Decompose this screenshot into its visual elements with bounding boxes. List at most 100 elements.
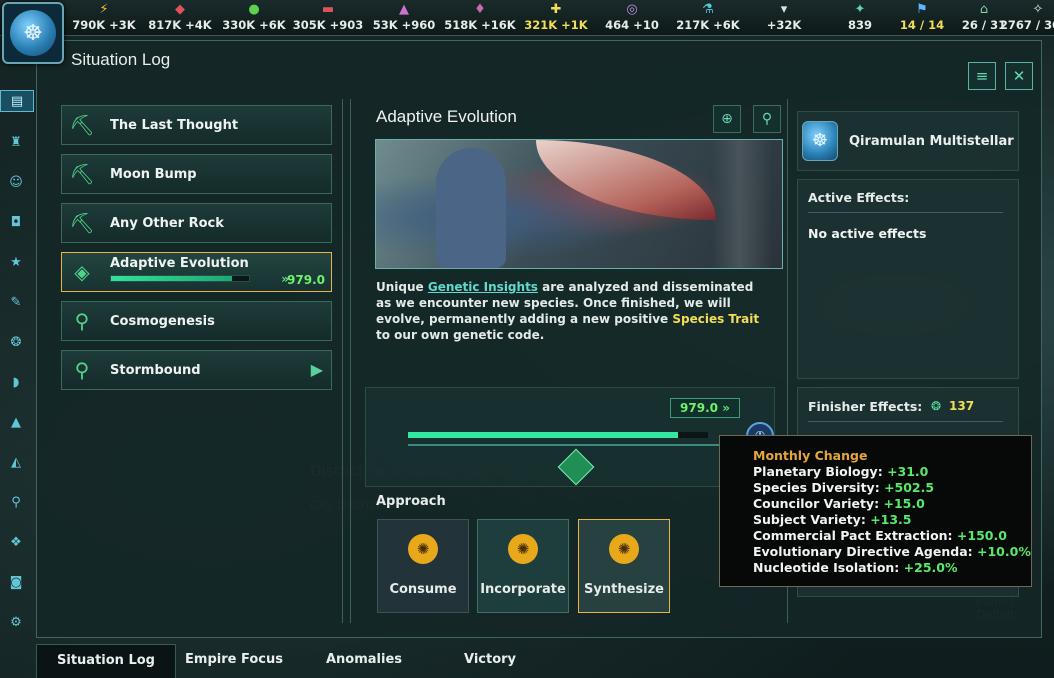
item-progress-fill (111, 276, 233, 281)
resources-list: ⚡ 790K +3K ◆ 817K +4K ● 330K +6K ▬ 305K +903 ▲ 53… (66, 0, 1054, 36)
resource-value: 14 / 14 (899, 18, 945, 32)
shovel-icon: ⛏ (69, 162, 95, 186)
tooltip-row: Planetary Biology: +31.0 (753, 464, 1031, 480)
ship-designer-sidebar-icon[interactable]: ◭ (5, 452, 27, 474)
species-sidebar-icon[interactable]: ❂ (5, 332, 27, 354)
settings-sidebar-icon[interactable]: ⚙ (5, 612, 27, 634)
window-title: Situation Log (71, 50, 171, 69)
empire-sidebar-icon[interactable]: ♜ (5, 132, 27, 154)
genetic-insights-link[interactable]: Genetic Insights (428, 280, 538, 294)
leaders-sidebar-icon[interactable]: ★ (5, 252, 27, 274)
illustration-figure (436, 148, 506, 268)
resource-research[interactable]: ⚗ 217K +6K (670, 0, 746, 36)
situation-log-sidebar-icon[interactable]: ▤ (0, 90, 34, 112)
location-pin-icon: ⚲ (74, 358, 90, 382)
resource-amenities[interactable]: ▾ +32K (746, 0, 822, 36)
progress-value: 979.0 (680, 401, 718, 415)
location-pin-icon: ⚲ (761, 111, 773, 127)
monthly-change-tooltip: Monthly Change Planetary Biology: +31.0 S… (719, 435, 1032, 587)
resource-alloys[interactable]: ▲ 53K +960 (366, 0, 442, 36)
situation-item[interactable]: ⛏ Any Other Rock (61, 203, 332, 243)
empire-mini-emblem-icon: ☸ (802, 121, 838, 161)
technology-sidebar-icon[interactable]: ✎ (5, 292, 27, 314)
tooltip-row-label: Commercial Pact Extraction: (753, 528, 953, 543)
resource-influence[interactable]: ♦ 518K +16K (442, 0, 518, 36)
market-sidebar-icon[interactable]: ❖ (5, 532, 27, 554)
location-pin-icon: ⚲ (74, 309, 90, 333)
resource-energy[interactable]: ⚡ 790K +3K (66, 0, 142, 36)
situation-item-label: Any Other Rock (110, 216, 224, 231)
approach-incorporate-button[interactable]: ✺ Incorporate (477, 519, 569, 613)
dna-gem-icon (557, 448, 595, 486)
approach-synthesize-button[interactable]: ✺ Synthesize (578, 519, 670, 613)
top-resource-bar: ⚡ 790K +3K ◆ 817K +4K ● 330K +6K ▬ 305K +903 ▲ 53… (0, 0, 1054, 36)
tooltip-row: Nucleotide Isolation: +25.0% (753, 560, 1031, 576)
resource-food[interactable]: ● 330K +6K (216, 0, 292, 36)
traditions-sidebar-icon[interactable]: ◗ (5, 372, 27, 394)
contacts-sidebar-icon[interactable]: ◙ (5, 572, 27, 594)
consumer-goods-icon: ▬ (321, 2, 335, 17)
resource-value: 790K +3K (72, 18, 136, 32)
naval-capacity-icon: ✦ (854, 2, 866, 17)
tooltip-row-label: Subject Variety: (753, 512, 866, 527)
situation-item-label: Cosmogenesis (110, 314, 215, 329)
starbase-capacity-icon: ⚑ (916, 2, 928, 17)
resource-value: 817K +4K (148, 18, 212, 32)
situation-item[interactable]: ⛏ Moon Bump (61, 154, 332, 194)
situation-item[interactable]: ⛏ The Last Thought (61, 105, 332, 145)
tooltip-row-label: Evolutionary Directive Agenda: (753, 544, 973, 559)
tooltip-row-label: Nucleotide Isolation: (753, 560, 900, 575)
focus-location-button[interactable]: ⊕ (713, 105, 741, 133)
tooltip-row-value: +502.5 (884, 480, 935, 495)
crosshair-icon: ⊕ (721, 111, 733, 127)
tab-empire-focus[interactable]: Empire Focus (164, 644, 304, 678)
focus-filter-button[interactable]: ≡ (968, 62, 996, 90)
empire-name: Qiramulan Multistellar (849, 134, 1014, 149)
resource-value: 839 (847, 18, 872, 32)
finisher-heading: Finisher Effects: (808, 399, 923, 414)
progress-panel: 979.0 » ✇ (365, 387, 775, 487)
tab-situation-log[interactable]: Situation Log (36, 644, 176, 678)
separator (808, 421, 1003, 422)
resource-strategic-resource[interactable]: ◎ 464 +10 (594, 0, 670, 36)
strategic-resource-icon: ◎ (626, 2, 638, 17)
situation-item[interactable]: ◈ Adaptive Evolution» 979.0 (61, 252, 332, 292)
approach-consume-button[interactable]: ✺ Consume (377, 519, 469, 613)
situation-item[interactable]: ⚲ Stormbound ▶ (61, 350, 332, 390)
situation-item-label: Adaptive Evolution (110, 256, 249, 271)
resource-value: 321K +1K (524, 18, 588, 32)
event-illustration (375, 139, 783, 269)
item-progress-track (110, 275, 250, 282)
diplomacy-sidebar-icon[interactable]: ☺ (5, 172, 27, 194)
close-button[interactable]: ✕ (1005, 62, 1033, 90)
approach-option-label: Incorporate (480, 582, 566, 597)
active-effects-text: No active effects (808, 226, 927, 241)
search-sidebar-icon[interactable]: ⚲ (5, 492, 27, 514)
tab-victory[interactable]: Victory (420, 644, 560, 678)
column-divider (342, 99, 343, 623)
resource-minerals[interactable]: ◆ 817K +4K (142, 0, 218, 36)
influence-icon: ♦ (474, 2, 486, 17)
progress-chevron-icon: » (722, 401, 730, 415)
tooltip-row: Evolutionary Directive Agenda: +10.0% (753, 544, 1031, 560)
empire-emblem-button[interactable]: ☸ (2, 2, 64, 64)
resource-consumer-goods[interactable]: ▬ 305K +903 (290, 0, 366, 36)
tooltip-row-value: +13.5 (870, 512, 912, 527)
map-pin-button[interactable]: ⚲ (753, 105, 781, 133)
situation-item[interactable]: ⚲ Cosmogenesis (61, 301, 332, 341)
column-divider (350, 99, 351, 623)
resource-value: 518K +16K (444, 18, 516, 32)
resource-unity[interactable]: ✚ 321K +1K (518, 0, 594, 36)
tab-anomalies[interactable]: Anomalies (294, 644, 434, 678)
active-effects-box (797, 179, 1019, 379)
minerals-icon: ◆ (175, 2, 185, 17)
illustration-wing (536, 140, 716, 220)
fleet-sidebar-icon[interactable]: ▲ (5, 412, 27, 434)
resource-value: 2767 / 3060 (999, 18, 1054, 32)
resource-value: +32K (766, 18, 802, 32)
progress-secondary-track (408, 444, 738, 446)
tooltip-row: Subject Variety: +13.5 (753, 512, 1031, 528)
resource-fleet-capacity[interactable]: ✧2767 / 3060 (1000, 0, 1054, 36)
planets-sidebar-icon[interactable]: ◘ (5, 212, 27, 234)
shovel-icon: ⛏ (69, 211, 95, 235)
